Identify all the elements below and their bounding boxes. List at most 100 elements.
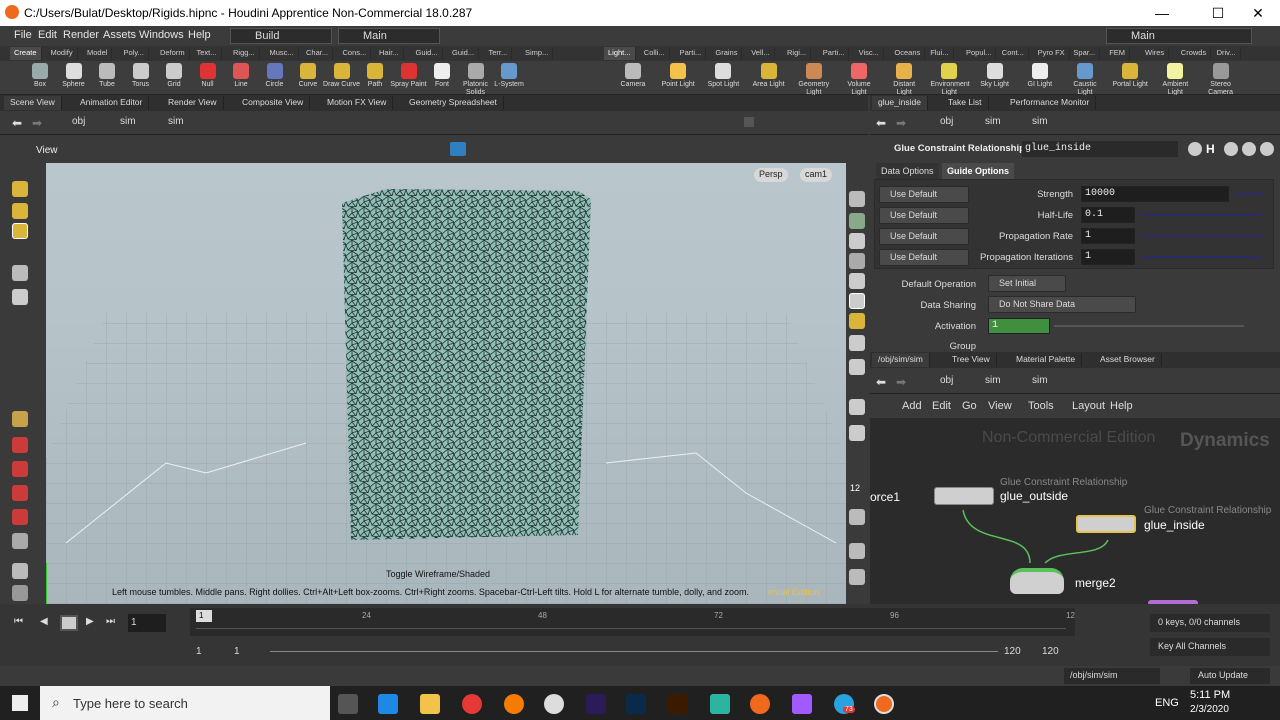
shelf-tool-left[interactable]: Box <box>21 63 59 89</box>
language-indicator[interactable]: ENG <box>1155 697 1179 709</box>
shelf-tab-right[interactable]: Light... <box>604 47 636 60</box>
use-default-propagation-rate[interactable]: Use Default <box>879 228 969 245</box>
display-icon[interactable] <box>849 191 865 207</box>
play-reverse-icon[interactable]: ◀ <box>40 616 54 630</box>
camera-tool-icon[interactable] <box>12 533 28 549</box>
shelf-tab-right[interactable]: Spar... <box>1069 47 1101 60</box>
play-icon[interactable]: ▶ <box>86 616 100 630</box>
move-tool-icon[interactable] <box>12 203 28 219</box>
shelf-tab-left[interactable]: Modify <box>47 47 78 60</box>
shelf-tool-left[interactable]: Tube <box>88 63 126 89</box>
lock-camera-icon[interactable] <box>849 233 865 249</box>
use-default-halflife[interactable]: Use Default <box>879 207 969 224</box>
menu-edit[interactable]: Edit <box>38 29 57 41</box>
shelf-tool-right[interactable]: Caustic Light <box>1066 63 1104 97</box>
shelf-tab-left[interactable]: Hair... <box>375 47 404 60</box>
shelf-tool-left[interactable]: Torus <box>122 63 160 89</box>
shelf-tool-right[interactable]: Camera <box>614 63 652 89</box>
clock-date[interactable]: 2/3/2020 <box>1190 704 1229 715</box>
path-sim-1[interactable]: sim <box>120 116 136 127</box>
task-view-icon[interactable] <box>338 694 358 714</box>
camera-dropdown[interactable]: cam1 <box>800 168 833 182</box>
shelf-tool-right[interactable]: Sky Light <box>976 63 1014 89</box>
gear-icon[interactable] <box>1188 142 1202 156</box>
activation-field[interactable]: 1 <box>988 318 1050 334</box>
propagation-rate-field[interactable]: 1 <box>1081 228 1135 244</box>
persp-icon[interactable] <box>849 399 865 415</box>
network-editor[interactable]: Non-Commercial Edition Dynamics orce1 Gl… <box>870 418 1280 604</box>
shelf-tool-right[interactable]: Point Light <box>659 63 697 89</box>
jump-end-icon[interactable]: ⏭ <box>106 616 124 630</box>
shelf-tool-left[interactable]: Platonic Solids <box>457 63 495 97</box>
snap-tool-icon[interactable] <box>12 461 28 477</box>
path-dropdown-icon[interactable] <box>744 117 754 127</box>
tab-scene-pane[interactable]: Scene View <box>4 96 62 110</box>
shelf-tool-left[interactable]: Grid <box>155 63 193 89</box>
shelf-tool-left[interactable]: Null <box>189 63 227 89</box>
shelf-tool-left[interactable]: Curve <box>289 63 327 89</box>
grid-icon[interactable] <box>849 569 865 585</box>
forward-arrow-icon[interactable]: ➡ <box>896 116 906 130</box>
help-h-icon[interactable]: H <box>1206 142 1220 156</box>
pointer-icon[interactable] <box>12 265 28 281</box>
node-name-field[interactable]: glue_inside <box>1022 141 1178 157</box>
propagation-iterations-field[interactable]: 1 <box>1081 249 1135 265</box>
status-path[interactable]: /obj/sim/sim <box>1064 668 1160 684</box>
shelf-tab-left[interactable]: Poly... <box>120 47 149 60</box>
path-sim-2[interactable]: sim <box>168 116 184 127</box>
forward-arrow-icon[interactable]: ➡ <box>896 375 906 389</box>
menu-file[interactable]: File <box>14 29 32 41</box>
sphere-display-icon[interactable] <box>849 273 865 289</box>
shelf-tool-left[interactable]: L-System <box>490 63 528 89</box>
chrome-icon[interactable] <box>462 694 482 714</box>
houdini-app-icon[interactable] <box>750 694 770 714</box>
shelf-tab-right[interactable]: Visc... <box>855 47 884 60</box>
shelf-tool-left[interactable]: Path <box>356 63 394 89</box>
end-frame[interactable]: 120 <box>1004 646 1021 657</box>
shelf-tab-right[interactable]: Colli... <box>640 47 670 60</box>
light-bulb-icon[interactable] <box>849 313 865 329</box>
current-frame-field[interactable]: 1 <box>128 614 166 632</box>
shelf-tool-left[interactable]: Font <box>423 63 461 89</box>
render-icon[interactable] <box>849 253 865 269</box>
shelf-tool-left[interactable]: Sphere <box>55 63 93 89</box>
shelf-tab-left[interactable]: Guid... <box>448 47 480 60</box>
halflife-field[interactable]: 0.1 <box>1081 207 1135 223</box>
shelf-tab-right[interactable]: Pyro FX <box>1034 47 1070 60</box>
hand-icon[interactable] <box>849 509 865 525</box>
data-sharing-dropdown[interactable]: Do Not Share Data <box>988 296 1136 313</box>
clock-time[interactable]: 5:11 PM <box>1190 689 1230 701</box>
timeline-bar[interactable]: 1 24 48 72 96 12 <box>190 608 1075 636</box>
shelf-tab-right[interactable]: Cont... <box>998 47 1029 60</box>
shelf-tab-left[interactable]: Char... <box>302 47 334 60</box>
select-tool-icon[interactable] <box>12 181 28 197</box>
back-arrow-icon[interactable]: ⬅ <box>876 116 886 130</box>
persp-dropdown[interactable]: Persp <box>754 168 788 182</box>
shelf-tab-left[interactable]: Create <box>10 47 42 60</box>
handle-tool-icon[interactable] <box>12 223 28 239</box>
maximize-pane-icon[interactable] <box>1260 142 1274 156</box>
merge-node[interactable] <box>1010 568 1064 594</box>
ghost-icon[interactable] <box>849 213 865 229</box>
sphere-tool-icon[interactable] <box>12 585 28 601</box>
shelf-tab-right[interactable]: FEM <box>1105 47 1131 60</box>
unreal-icon[interactable] <box>544 694 564 714</box>
shelf-tab-right[interactable]: Vell... <box>747 47 775 60</box>
menu-assets[interactable]: Assets <box>103 29 136 41</box>
shelf-tool-right[interactable]: GI Light <box>1021 63 1059 89</box>
network-menu-item[interactable]: Tools <box>1028 400 1054 412</box>
tab-scene-pane[interactable]: Animation Editor <box>74 96 150 110</box>
close-button[interactable]: ✕ <box>1236 3 1280 23</box>
network-menu-item[interactable]: Add <box>902 400 922 412</box>
activation-slider[interactable] <box>1054 325 1244 327</box>
windows-start-icon[interactable] <box>12 695 28 711</box>
end-frame-2[interactable]: 120 <box>1042 646 1059 657</box>
tab-param-pane[interactable]: glue_inside <box>872 96 929 110</box>
menu-render[interactable]: Render <box>63 29 99 41</box>
shelf-tab-left[interactable]: Musc... <box>266 47 299 60</box>
back-arrow-icon[interactable]: ⬅ <box>12 116 22 130</box>
frame-marker[interactable]: 1 <box>196 610 212 622</box>
magnet-icon[interactable] <box>12 485 28 501</box>
figma-icon[interactable] <box>792 694 812 714</box>
network-menu-item[interactable]: Help <box>1110 400 1133 412</box>
